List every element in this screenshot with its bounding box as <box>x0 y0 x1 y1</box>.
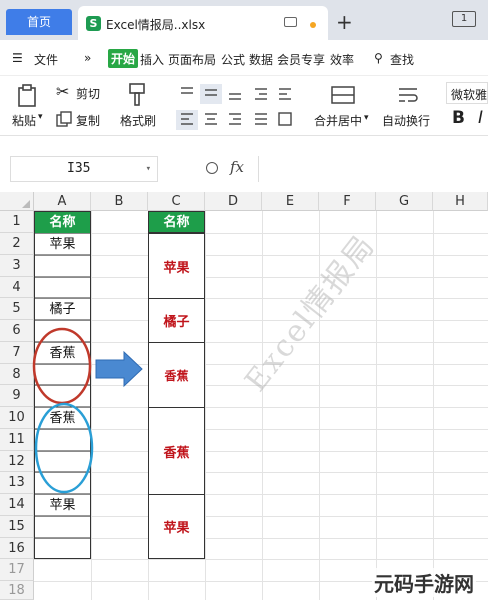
red-oval-annotation <box>32 327 92 405</box>
menu-more-icon[interactable]: » <box>84 51 91 65</box>
menu-file[interactable]: 文件 <box>34 51 58 68</box>
home-tab[interactable]: 首页 <box>6 9 72 35</box>
zoom-icon[interactable] <box>206 162 218 174</box>
new-tab-plus-icon[interactable]: + <box>336 10 353 34</box>
hamburger-icon[interactable]: ☰ <box>12 51 23 65</box>
screen-icon[interactable] <box>284 17 297 27</box>
align-right-icon[interactable] <box>224 110 246 130</box>
cut-label[interactable]: 剪切 <box>76 85 100 102</box>
align-bottom-icon[interactable] <box>224 84 246 104</box>
menu-insert[interactable]: 插入 <box>140 51 164 68</box>
menu-page-layout[interactable]: 页面布局 <box>168 51 216 68</box>
menu-search[interactable]: 查找 <box>390 51 414 68</box>
unsaved-dot-icon <box>310 22 316 28</box>
align-top-icon[interactable] <box>176 84 198 104</box>
italic-icon[interactable]: I <box>478 108 483 128</box>
scissors-icon[interactable]: ✂ <box>56 82 69 101</box>
merge-center-label[interactable]: 合并居中 <box>314 112 362 129</box>
menu-home[interactable]: 开始 <box>108 49 139 68</box>
search-icon[interactable]: ⚲ <box>374 51 383 65</box>
paste-dropdown-icon[interactable]: ▾ <box>38 112 43 122</box>
formula-input[interactable] <box>258 156 488 182</box>
merge-dropdown-icon[interactable]: ▾ <box>364 113 369 123</box>
bold-button[interactable]: B <box>452 108 465 128</box>
menu-formulas[interactable]: 公式 <box>221 51 245 68</box>
name-box[interactable]: I35 ▾ <box>10 156 158 182</box>
ribbon: 粘贴 ▾ ✂ 剪切 复制 格式刷 合并居中 ▾ 自动换行 微软雅 B I <box>0 76 488 136</box>
paste-icon[interactable] <box>16 84 40 108</box>
file-tab[interactable]: S Excel情报局..xlsx <box>78 6 328 40</box>
site-watermark: 元码手游网 <box>372 568 476 597</box>
justify-icon[interactable] <box>250 110 272 130</box>
copy-icon[interactable] <box>56 111 72 127</box>
file-tab-label: Excel情报局..xlsx <box>106 18 206 32</box>
annotation-layer <box>32 327 143 494</box>
fx-icon[interactable]: fx <box>230 158 244 176</box>
right-arrow-icon <box>95 350 143 388</box>
increase-indent-icon[interactable] <box>274 84 296 104</box>
decrease-indent-icon[interactable] <box>250 84 272 104</box>
align-middle-icon[interactable] <box>200 84 222 104</box>
window-layout-icon[interactable]: 1 <box>452 11 476 27</box>
wrap-text-icon[interactable] <box>396 84 420 106</box>
align-center-icon[interactable] <box>200 110 222 130</box>
format-painter-label[interactable]: 格式刷 <box>120 112 156 129</box>
menu-bar: ☰ 文件 » 开始 插入 页面布局 公式 数据 会员专享 效率 ⚲ 查找 <box>0 40 488 76</box>
menu-efficiency[interactable]: 效率 <box>330 51 354 68</box>
name-box-value: I35 <box>67 161 91 176</box>
menu-member[interactable]: 会员专享 <box>277 51 325 68</box>
font-name-box[interactable]: 微软雅 <box>446 82 488 104</box>
wrap-text-label[interactable]: 自动换行 <box>382 112 430 129</box>
font-name-value: 微软雅 <box>451 88 488 102</box>
paste-label[interactable]: 粘贴 <box>12 112 36 129</box>
spreadsheet-icon: S <box>86 16 101 31</box>
distributed-icon[interactable] <box>274 110 296 130</box>
formula-bar: I35 ▾ fx <box>0 152 488 186</box>
menu-data[interactable]: 数据 <box>249 51 273 68</box>
merge-center-icon[interactable] <box>330 84 356 106</box>
tab-bar: 首页 S Excel情报局..xlsx + 1 <box>0 0 488 40</box>
name-box-dropdown-icon[interactable]: ▾ <box>146 157 151 181</box>
format-painter-icon[interactable] <box>126 82 148 108</box>
spreadsheet-grid: A B C D E F G H 1 2 3 4 5 6 7 8 9 10 11 … <box>0 192 488 600</box>
blue-oval-annotation <box>34 402 94 494</box>
copy-label[interactable]: 复制 <box>76 112 100 129</box>
align-left-icon[interactable] <box>176 110 198 130</box>
